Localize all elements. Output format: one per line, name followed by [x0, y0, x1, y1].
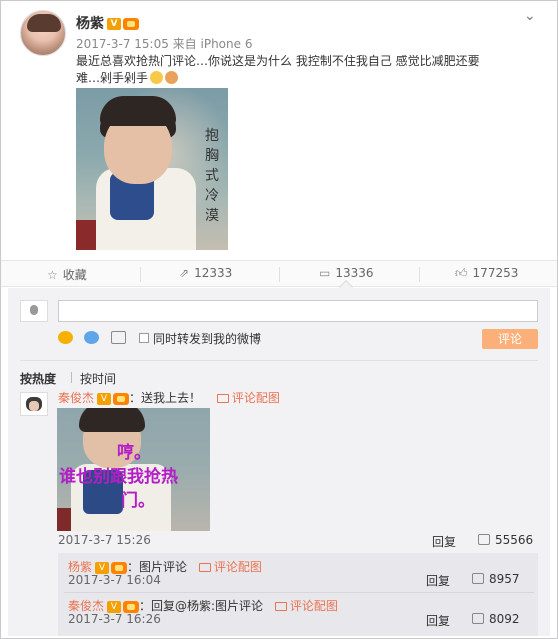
my-avatar [20, 300, 48, 322]
also-repost-label: 同时转发到我的微博 [153, 332, 262, 346]
thumbs-up-icon [472, 613, 484, 624]
thumbs-up-icon [478, 534, 490, 545]
reply-image-link[interactable]: 评论配图 [198, 560, 262, 574]
author-avatar[interactable] [20, 10, 66, 56]
picture-icon [274, 602, 287, 611]
emoji-icon[interactable] [58, 331, 73, 344]
post-image[interactable]: 抱 胸 式 冷 漠 [76, 88, 228, 250]
reply-image-link[interactable]: 评论配图 [274, 599, 338, 613]
comment-icon: ▭ [319, 266, 331, 280]
cat-emoji-icon [165, 71, 179, 84]
picture-icon [216, 394, 229, 403]
comment-image-text-2: 谁也别跟我抢热 [59, 467, 178, 487]
comment-input[interactable] [58, 300, 538, 322]
reply-time: 2017-3-7 16:04 [68, 573, 161, 587]
sort-separator [71, 372, 72, 383]
reply-button[interactable]: 回复 [432, 533, 456, 550]
image-caption: 抱 胸 式 冷 漠 [205, 128, 219, 224]
picture-icon [198, 563, 211, 572]
vip-crown-icon [123, 600, 140, 613]
vip-crown-icon [123, 18, 139, 30]
post-text: 最近总喜欢抢热门评论…你说这是为什么 我控制不住我自己 感觉比减肥还要难…剁手剁… [76, 53, 486, 87]
post-meta: 2017-3-7 15:05 来自 iPhone 6 [76, 37, 253, 51]
repost-button[interactable]: ⇗ 12333 [179, 266, 232, 280]
thumbs-up-icon: 👍︎ [455, 266, 468, 280]
sort-by-time-tab[interactable]: 按时间 [80, 370, 116, 387]
chevron-down-icon[interactable]: ⌄ [524, 8, 536, 24]
sort-by-hot-tab[interactable]: 按热度 [20, 370, 56, 387]
post-body: 最近总喜欢抢热门评论…你说这是为什么 我控制不住我自己 感觉比减肥还要难…剁手剁… [76, 54, 480, 85]
star-icon: ☆ [47, 268, 58, 282]
action-bar: ☆ 收藏 ⇗ 12333 ▭ 13336 👍︎ 177253 [1, 260, 557, 287]
verified-v-icon: V [107, 600, 122, 613]
reply-button[interactable]: 回复 [426, 612, 450, 629]
comment-button[interactable]: ▭ 13336 [319, 266, 374, 280]
commenter-avatar[interactable] [20, 392, 48, 416]
comment-image-link[interactable]: 评论配图 [216, 391, 280, 405]
repost-icon: ⇗ [179, 266, 190, 280]
comment-image-text-1: 哼。 [117, 443, 151, 463]
reply-time: 2017-3-7 16:26 [68, 612, 161, 626]
thumbs-up-icon [472, 573, 484, 584]
also-repost-checkbox[interactable] [139, 333, 149, 343]
comment-like-button[interactable]: 55566 [478, 533, 533, 547]
commenter-name[interactable]: 秦俊杰 [58, 391, 94, 405]
comment-time: 2017-3-7 15:26 [58, 533, 151, 547]
like-button[interactable]: 👍︎ 177253 [455, 266, 518, 281]
verified-v-icon: V [95, 561, 110, 574]
divider [20, 360, 538, 361]
comment-text: 秦俊杰 V ：送我上去！ 评论配图 [58, 391, 280, 405]
comment-image-text-3: 门。 [121, 491, 155, 511]
verified-v-icon: V [107, 18, 121, 30]
reply-like-button[interactable]: 8092 [472, 612, 520, 626]
comment-image[interactable]: 哼。 谁也别跟我抢热 门。 [57, 408, 210, 531]
vip-crown-icon [113, 392, 130, 405]
verified-v-icon: V [97, 392, 112, 405]
reply-like-button[interactable]: 8957 [472, 572, 520, 586]
gif-icon[interactable] [84, 331, 99, 344]
reply-button[interactable]: 回复 [426, 572, 450, 589]
vip-crown-icon [111, 561, 128, 574]
image-icon[interactable] [111, 331, 126, 344]
reply-divider [64, 592, 534, 593]
reply-author[interactable]: 杨紫 [68, 560, 92, 574]
author-header: 杨紫 V [76, 13, 139, 33]
reply-author[interactable]: 秦俊杰 [68, 599, 104, 613]
favorite-button[interactable]: ☆ 收藏 [47, 266, 87, 283]
submit-comment-button[interactable]: 评论 [482, 329, 538, 349]
cry-laugh-emoji-icon [150, 71, 164, 84]
author-name[interactable]: 杨紫 [76, 16, 104, 32]
